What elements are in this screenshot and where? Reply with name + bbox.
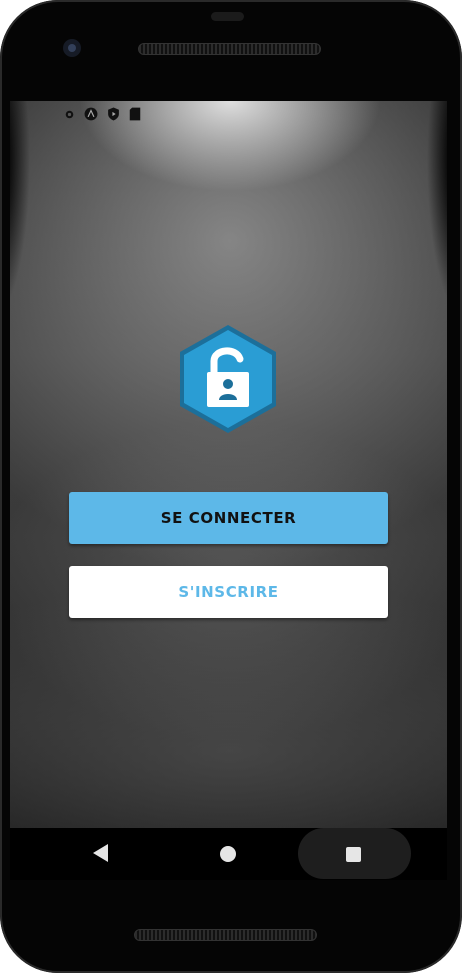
top-notch: [211, 12, 244, 21]
app-screen: SE CONNECTER S'INSCRIRE: [10, 101, 447, 828]
background-shadow-right: [407, 101, 447, 301]
earpiece-speaker: [138, 43, 321, 55]
fog-background: [10, 101, 447, 828]
settings-icon: [62, 107, 76, 121]
status-bar-icons: [62, 107, 142, 121]
bottom-speaker: [134, 929, 317, 941]
front-camera: [63, 39, 81, 57]
lock-badge-icon: [176, 323, 280, 435]
sd-card-icon: [128, 107, 142, 121]
home-icon[interactable]: [220, 846, 236, 862]
background-shadow-left: [10, 101, 50, 301]
assistant-icon: [84, 107, 98, 121]
phone-frame: SE CONNECTER S'INSCRIRE: [0, 0, 462, 973]
login-button[interactable]: SE CONNECTER: [69, 492, 388, 544]
system-navigation-bar: [10, 828, 447, 880]
shield-play-icon: [106, 107, 120, 121]
signup-button[interactable]: S'INSCRIRE: [69, 566, 388, 618]
back-icon[interactable]: [93, 844, 108, 862]
recents-icon[interactable]: [346, 847, 361, 862]
